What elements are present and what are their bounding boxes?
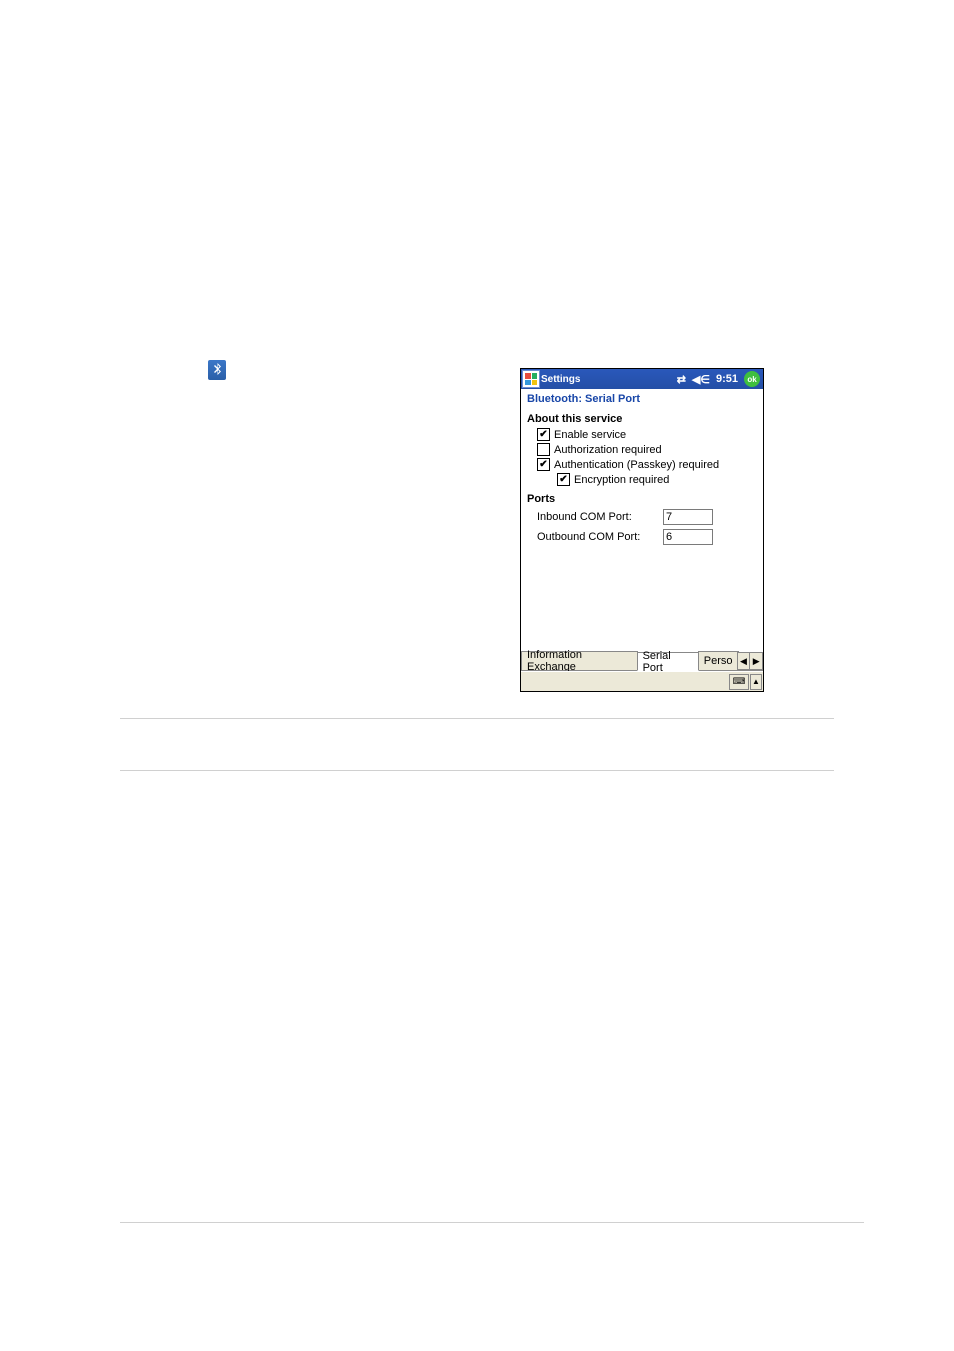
tabs-scroll-left[interactable]: ◀: [737, 652, 751, 670]
tab-label: Perso: [704, 655, 733, 667]
window-title: Settings: [541, 374, 580, 385]
keyboard-button[interactable]: ⌨: [729, 674, 749, 690]
sip-up-button[interactable]: ▲: [750, 674, 762, 690]
clock[interactable]: 9:51: [716, 373, 738, 385]
divider: [120, 770, 834, 771]
ok-button[interactable]: ok: [744, 371, 760, 387]
page-title: Bluetooth: Serial Port: [521, 389, 763, 407]
inbound-port-label: Inbound COM Port:: [537, 511, 663, 523]
outbound-port-field[interactable]: 6: [663, 529, 713, 545]
ports-heading: Ports: [521, 487, 763, 507]
connectivity-icon[interactable]: ⇄: [677, 373, 686, 386]
titlebar: Settings ⇄ ◀∈ 9:51 ok: [521, 369, 763, 389]
checkbox-icon: [537, 443, 550, 456]
tab-information-exchange[interactable]: Information Exchange: [521, 651, 638, 670]
settings-window: Settings ⇄ ◀∈ 9:51 ok Bluetooth: Serial …: [520, 368, 764, 692]
bluetooth-glyph: [213, 363, 222, 377]
outbound-port-row: Outbound COM Port: 6: [521, 527, 763, 547]
chevron-up-icon: ▲: [752, 677, 760, 686]
encryption-label: Encryption required: [574, 474, 669, 486]
checkbox-icon: ✔: [537, 458, 550, 471]
about-heading: About this service: [521, 407, 763, 427]
tab-label: Serial Port: [643, 650, 693, 674]
enable-service-label: Enable service: [554, 429, 626, 441]
ok-label: ok: [747, 375, 756, 384]
volume-icon[interactable]: ◀∈: [692, 373, 710, 386]
tab-label: Information Exchange: [527, 649, 632, 673]
tab-strip: Information Exchange Serial Port Perso ◀…: [521, 651, 763, 671]
tab-personal[interactable]: Perso: [698, 651, 739, 670]
chevron-right-icon: ▶: [753, 656, 760, 667]
authentication-label: Authentication (Passkey) required: [554, 459, 719, 471]
tab-serial-port[interactable]: Serial Port: [637, 652, 699, 671]
checkbox-icon: ✔: [557, 473, 570, 486]
windows-flag-icon: [525, 373, 537, 385]
inbound-port-value: 7: [666, 511, 672, 523]
divider: [120, 718, 834, 719]
divider: [120, 1222, 864, 1223]
authorization-label: Authorization required: [554, 444, 662, 456]
enable-service-row[interactable]: ✔ Enable service: [521, 427, 763, 442]
start-button[interactable]: [522, 370, 540, 388]
inbound-port-field[interactable]: 7: [663, 509, 713, 525]
encryption-row[interactable]: ✔ Encryption required: [521, 472, 763, 487]
bluetooth-icon: [208, 360, 226, 380]
tabs-scroll-right[interactable]: ▶: [749, 652, 763, 670]
authorization-row[interactable]: Authorization required: [521, 442, 763, 457]
inbound-port-row: Inbound COM Port: 7: [521, 507, 763, 527]
checkbox-icon: ✔: [537, 428, 550, 441]
bottom-bar: ⌨ ▲: [521, 671, 763, 691]
outbound-port-label: Outbound COM Port:: [537, 531, 663, 543]
outbound-port-value: 6: [666, 531, 672, 543]
authentication-row[interactable]: ✔ Authentication (Passkey) required: [521, 457, 763, 472]
chevron-left-icon: ◀: [740, 656, 747, 667]
keyboard-icon: ⌨: [733, 676, 746, 687]
